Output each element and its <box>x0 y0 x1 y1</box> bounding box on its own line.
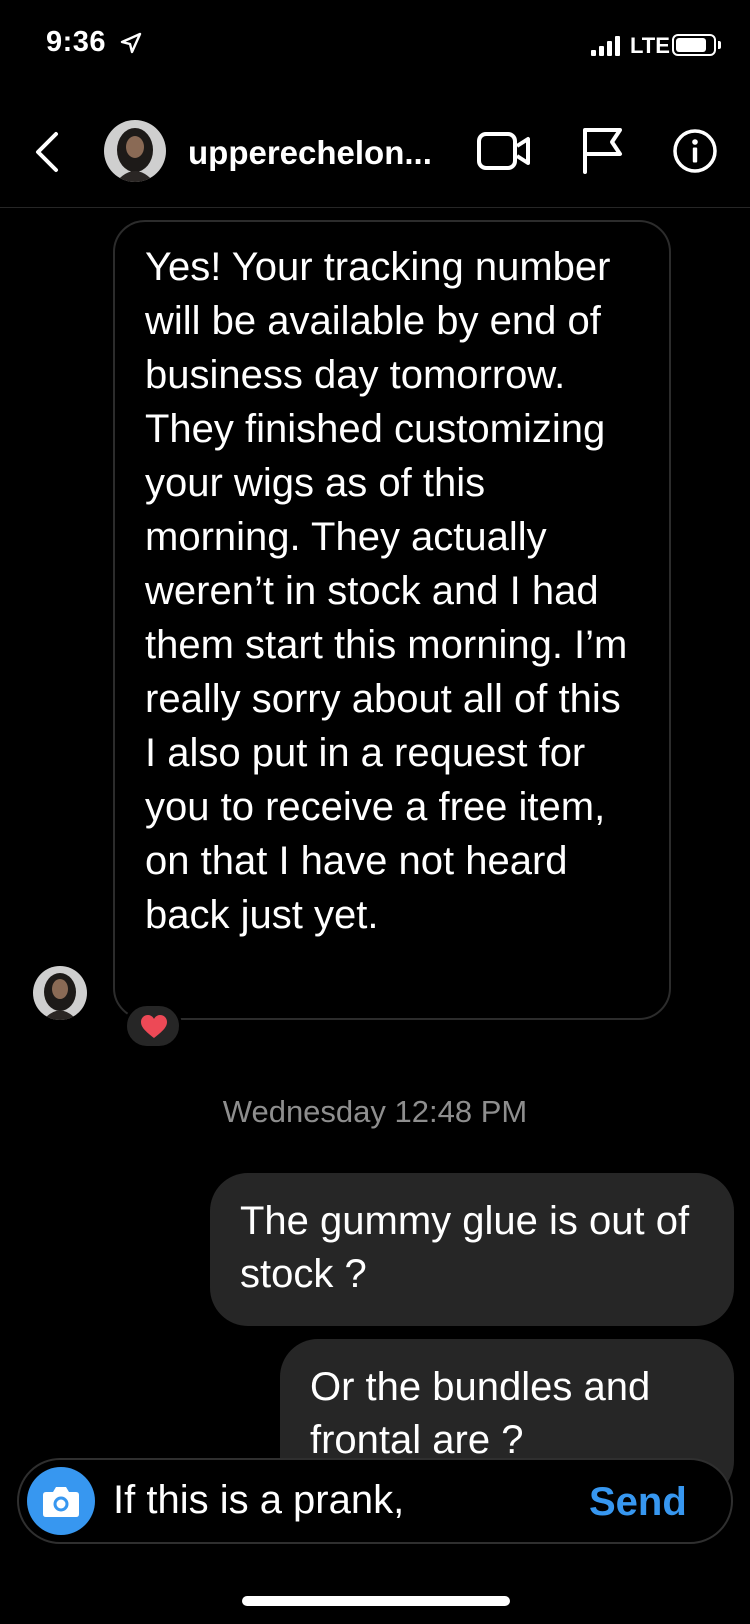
signal-icon <box>591 36 620 56</box>
sender-avatar[interactable] <box>33 966 87 1020</box>
message-text: The gummy glue is out of stock ? <box>240 1199 690 1296</box>
message-composer: If this is a prank, Send <box>17 1458 733 1544</box>
status-time: 9:36 <box>46 26 107 58</box>
report-flag-icon[interactable] <box>580 126 624 174</box>
network-label: LTE <box>630 33 670 58</box>
incoming-message-bubble[interactable]: Yes! Your tracking number will be availa… <box>113 220 671 1020</box>
message-timestamp: Wednesday 12:48 PM <box>222 1094 528 1129</box>
status-bar: 9:36 LTE <box>0 0 750 92</box>
chat-header: upperechelon... <box>0 100 750 208</box>
camera-button[interactable] <box>27 1467 95 1535</box>
contact-avatar[interactable] <box>104 120 166 182</box>
camera-icon <box>43 1487 79 1517</box>
message-input[interactable]: If this is a prank, <box>113 1478 404 1523</box>
location-arrow-icon <box>120 32 142 54</box>
outgoing-message-bubble[interactable]: The gummy glue is out of stock ? <box>210 1173 734 1326</box>
home-indicator[interactable] <box>242 1596 510 1606</box>
profile-photo-icon <box>33 966 87 1020</box>
message-text: Yes! Your tracking number will be availa… <box>145 245 628 937</box>
message-reaction[interactable] <box>124 1003 182 1049</box>
message-text: Or the bundles and frontal are ? <box>310 1365 651 1462</box>
heart-icon <box>141 1015 167 1038</box>
video-call-icon[interactable] <box>476 130 532 172</box>
contact-username[interactable]: upperechelon... <box>188 134 432 172</box>
send-button[interactable]: Send <box>589 1480 687 1525</box>
info-icon[interactable] <box>672 128 718 174</box>
battery-icon <box>672 34 716 56</box>
back-chevron-icon[interactable] <box>28 128 68 176</box>
battery-tip <box>718 41 721 49</box>
profile-photo-icon <box>104 120 166 182</box>
